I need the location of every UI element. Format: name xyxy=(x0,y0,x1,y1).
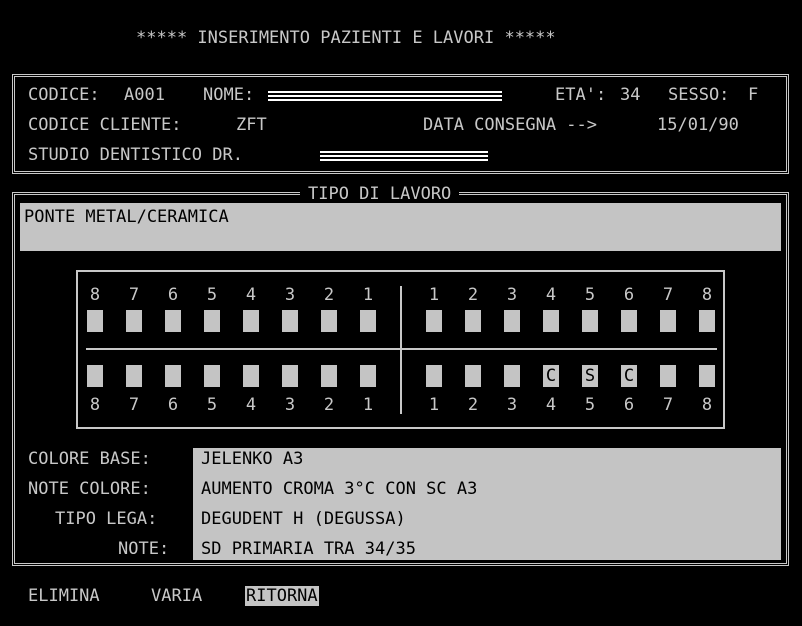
tipo-lega-field[interactable]: DEGUDENT H (DEGUSSA) xyxy=(201,509,406,529)
lower-right-tooth-4[interactable]: C xyxy=(543,365,559,387)
upper-left-tooth-8[interactable] xyxy=(87,310,103,332)
lower-right-number-6: 6 xyxy=(623,395,635,415)
elimina-menu-item[interactable]: ELIMINA xyxy=(28,586,100,606)
sesso-label: SESSO: xyxy=(668,85,730,105)
lower-right-tooth-5[interactable]: S xyxy=(582,365,598,387)
tipo-lega-label: TIPO LEGA: xyxy=(55,509,158,529)
codice-cliente-label: CODICE CLIENTE: xyxy=(28,115,182,135)
nome-field-redacted[interactable] xyxy=(268,89,502,101)
upper-left-number-6: 6 xyxy=(167,285,179,305)
note-label: NOTE: xyxy=(118,539,170,559)
upper-right-tooth-1[interactable] xyxy=(426,310,442,332)
codice-label: CODICE: xyxy=(28,85,100,105)
upper-left-tooth-4[interactable] xyxy=(243,310,259,332)
upper-left-number-2: 2 xyxy=(323,285,335,305)
lower-right-number-1: 1 xyxy=(428,395,440,415)
data-consegna-field[interactable]: 15/01/90 xyxy=(657,115,739,135)
upper-left-number-3: 3 xyxy=(284,285,296,305)
upper-right-number-3: 3 xyxy=(506,285,518,305)
note-colore-label: NOTE COLORE: xyxy=(28,479,151,499)
studio-label: STUDIO DENTISTICO DR. xyxy=(28,145,243,165)
upper-left-number-5: 5 xyxy=(206,285,218,305)
lower-right-number-4: 4 xyxy=(545,395,557,415)
lower-right-number-7: 7 xyxy=(662,395,674,415)
upper-right-tooth-3[interactable] xyxy=(504,310,520,332)
lower-right-tooth-8[interactable] xyxy=(699,365,715,387)
upper-right-tooth-6[interactable] xyxy=(621,310,637,332)
upper-right-number-2: 2 xyxy=(467,285,479,305)
fields-box: JELENKO A3 AUMENTO CROMA 3°C CON SC A3 D… xyxy=(193,448,781,560)
upper-left-tooth-3[interactable] xyxy=(282,310,298,332)
lower-right-tooth-1[interactable] xyxy=(426,365,442,387)
upper-left-number-8: 8 xyxy=(89,285,101,305)
upper-left-number-7: 7 xyxy=(128,285,140,305)
upper-right-tooth-4[interactable] xyxy=(543,310,559,332)
data-consegna-label: DATA CONSEGNA --> xyxy=(423,115,597,135)
eta-label: ETA': xyxy=(555,85,607,105)
work-description-box[interactable]: PONTE METAL/CERAMICA xyxy=(20,203,781,251)
teeth-vertical-divider xyxy=(400,286,402,414)
upper-right-number-5: 5 xyxy=(584,285,596,305)
lower-right-number-5: 5 xyxy=(584,395,596,415)
upper-left-tooth-7[interactable] xyxy=(126,310,142,332)
codice-cliente-field[interactable]: ZFT xyxy=(236,115,267,135)
sesso-field[interactable]: F xyxy=(748,85,758,105)
studio-field-redacted[interactable] xyxy=(320,149,488,161)
nome-label: NOME: xyxy=(203,85,255,105)
lower-left-tooth-3[interactable] xyxy=(282,365,298,387)
upper-right-tooth-5[interactable] xyxy=(582,310,598,332)
lower-left-number-6: 6 xyxy=(167,395,179,415)
lower-right-tooth-7[interactable] xyxy=(660,365,676,387)
upper-right-tooth-7[interactable] xyxy=(660,310,676,332)
upper-right-number-7: 7 xyxy=(662,285,674,305)
upper-left-tooth-5[interactable] xyxy=(204,310,220,332)
upper-left-tooth-1[interactable] xyxy=(360,310,376,332)
lower-right-number-8: 8 xyxy=(701,395,713,415)
upper-right-number-4: 4 xyxy=(545,285,557,305)
codice-field[interactable]: A001 xyxy=(124,85,165,105)
upper-left-number-1: 1 xyxy=(362,285,374,305)
eta-field[interactable]: 34 xyxy=(620,85,640,105)
lower-right-tooth-6[interactable]: C xyxy=(621,365,637,387)
upper-right-tooth-8[interactable] xyxy=(699,310,715,332)
upper-left-number-4: 4 xyxy=(245,285,257,305)
screen-title: ***** INSERIMENTO PAZIENTI E LAVORI ****… xyxy=(136,28,556,48)
lower-left-number-8: 8 xyxy=(89,395,101,415)
lower-left-tooth-1[interactable] xyxy=(360,365,376,387)
upper-left-tooth-6[interactable] xyxy=(165,310,181,332)
lower-left-number-1: 1 xyxy=(362,395,374,415)
upper-left-tooth-2[interactable] xyxy=(321,310,337,332)
lower-left-tooth-6[interactable] xyxy=(165,365,181,387)
varia-menu-item[interactable]: VARIA xyxy=(151,586,202,606)
lower-left-number-3: 3 xyxy=(284,395,296,415)
note-colore-field[interactable]: AUMENTO CROMA 3°C CON SC A3 xyxy=(201,479,477,499)
note-field[interactable]: SD PRIMARIA TRA 34/35 xyxy=(201,539,416,559)
lower-right-tooth-3[interactable] xyxy=(504,365,520,387)
lower-right-number-2: 2 xyxy=(467,395,479,415)
lower-right-tooth-2[interactable] xyxy=(465,365,481,387)
lower-left-tooth-2[interactable] xyxy=(321,365,337,387)
lower-left-tooth-7[interactable] xyxy=(126,365,142,387)
work-section-title: TIPO DI LAVORO xyxy=(300,184,460,204)
lower-left-tooth-8[interactable] xyxy=(87,365,103,387)
upper-right-number-1: 1 xyxy=(428,285,440,305)
lower-left-number-5: 5 xyxy=(206,395,218,415)
lower-left-tooth-4[interactable] xyxy=(243,365,259,387)
colore-base-label: COLORE BASE: xyxy=(28,449,151,469)
lower-left-number-2: 2 xyxy=(323,395,335,415)
lower-left-number-4: 4 xyxy=(245,395,257,415)
upper-right-number-8: 8 xyxy=(701,285,713,305)
upper-right-tooth-2[interactable] xyxy=(465,310,481,332)
work-description: PONTE METAL/CERAMICA xyxy=(24,207,229,227)
lower-right-number-3: 3 xyxy=(506,395,518,415)
ritorna-menu-item[interactable]: RITORNA xyxy=(245,586,319,606)
lower-left-tooth-5[interactable] xyxy=(204,365,220,387)
lower-left-number-7: 7 xyxy=(128,395,140,415)
colore-base-field[interactable]: JELENKO A3 xyxy=(201,449,303,469)
upper-right-number-6: 6 xyxy=(623,285,635,305)
